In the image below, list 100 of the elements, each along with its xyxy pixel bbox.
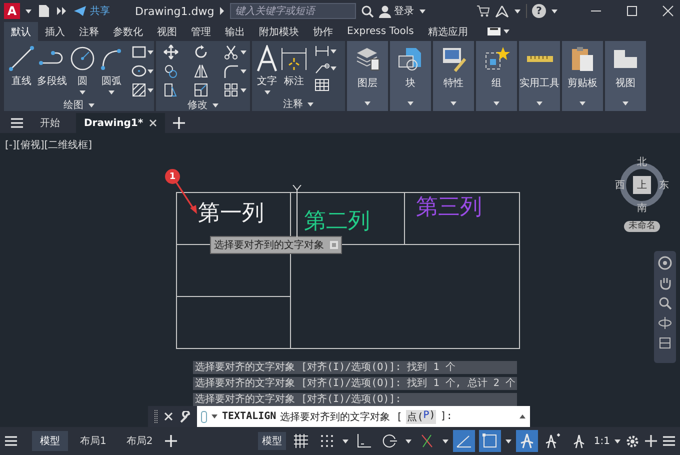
triangle-network-icon[interactable] xyxy=(495,4,509,18)
array-icon[interactable] xyxy=(223,82,239,98)
copy-icon[interactable] xyxy=(163,63,179,79)
caret-icon[interactable] xyxy=(240,68,247,74)
caret-icon[interactable] xyxy=(25,8,32,14)
menu-icon[interactable] xyxy=(4,435,18,447)
status-toggle[interactable] xyxy=(478,430,501,452)
caret-icon[interactable] xyxy=(536,101,543,106)
caret-icon[interactable] xyxy=(614,438,621,444)
layout-tab[interactable]: 布局1 xyxy=(72,431,114,451)
maximize-icon[interactable] xyxy=(626,5,638,17)
ribbon-tab[interactable]: 输出 xyxy=(218,22,252,41)
model-button[interactable]: 模型 xyxy=(258,432,286,450)
ribbon-tool-button[interactable]: 文字 xyxy=(255,44,279,97)
panel-title[interactable]: 绘图 xyxy=(64,98,84,112)
layout-tab[interactable]: 模型 xyxy=(32,431,68,451)
ellipse-icon[interactable] xyxy=(131,63,147,79)
steering-wheel-icon[interactable] xyxy=(658,256,672,270)
ribbon-tab[interactable]: Express Tools xyxy=(340,22,421,41)
caret-icon[interactable] xyxy=(442,438,449,444)
share-button[interactable]: 共享 xyxy=(73,4,110,18)
move-icon[interactable] xyxy=(163,44,179,60)
ribbon-tab[interactable]: 附加模块 xyxy=(252,22,306,41)
ribbon-tab[interactable]: 视图 xyxy=(150,22,184,41)
leader-icon[interactable] xyxy=(314,61,330,75)
command-input-field[interactable]: TEXTALIGN 选择要对齐到的文字对象 [ 点(P) ]: xyxy=(197,406,530,427)
panel-title[interactable]: 注释 xyxy=(283,97,303,111)
sign-in-button[interactable]: 登录 xyxy=(379,4,414,18)
menu-icon[interactable] xyxy=(10,117,24,129)
ribbon-tab[interactable]: 协作 xyxy=(306,22,340,41)
hatch-icon[interactable] xyxy=(131,82,147,98)
close-icon[interactable] xyxy=(662,5,674,17)
gear-icon[interactable] xyxy=(625,434,640,448)
caret-icon[interactable] xyxy=(88,102,94,108)
view-cube[interactable]: 上 xyxy=(633,176,651,194)
cart-icon[interactable] xyxy=(476,5,490,17)
caret-icon[interactable] xyxy=(307,102,314,106)
ribbon-tool-button[interactable]: 圆 xyxy=(68,44,97,98)
caret-icon[interactable] xyxy=(147,88,154,92)
caret-icon[interactable] xyxy=(504,438,512,444)
status-toggle[interactable] xyxy=(516,430,538,452)
wrench-icon[interactable] xyxy=(179,410,191,422)
plus-icon[interactable] xyxy=(173,117,186,129)
arrow-right-icon[interactable] xyxy=(219,7,226,15)
plus-icon[interactable] xyxy=(164,435,177,447)
ribbon-tool-button[interactable]: 直线 xyxy=(7,44,36,98)
panel-toggle-icon[interactable] xyxy=(486,27,501,36)
ribbon-panel-button[interactable]: 视图 xyxy=(605,41,646,111)
caret-icon[interactable] xyxy=(622,101,629,106)
ribbon-tab[interactable]: 注释 xyxy=(72,22,106,41)
panel-title[interactable]: 修改 xyxy=(188,98,208,112)
ribbon-tab[interactable]: 默认 xyxy=(4,22,38,41)
file-icon[interactable] xyxy=(37,4,51,18)
zoom-icon[interactable] xyxy=(658,296,672,310)
ribbon-panel-button[interactable]: 图层 xyxy=(347,41,388,111)
history-caret-icon[interactable] xyxy=(519,414,526,419)
caret-icon[interactable] xyxy=(493,101,500,106)
caret-icon[interactable] xyxy=(342,438,349,444)
scale-icon[interactable] xyxy=(193,82,209,98)
ribbon-tab[interactable]: 参数化 xyxy=(106,22,150,41)
file-tab[interactable]: Drawing1* xyxy=(76,113,166,133)
caret-icon[interactable] xyxy=(419,8,426,14)
double-chevron-icon[interactable] xyxy=(56,6,68,16)
ribbon-tool-button[interactable]: 圆弧 xyxy=(97,44,126,98)
stretch-icon[interactable] xyxy=(163,82,179,98)
table-icon[interactable] xyxy=(314,78,330,92)
orbit-icon[interactable] xyxy=(658,316,672,330)
rotate-icon[interactable] xyxy=(193,44,209,60)
close-icon[interactable] xyxy=(149,119,158,127)
caret-icon[interactable] xyxy=(450,101,457,106)
caret-icon[interactable] xyxy=(514,8,521,14)
ucs-button[interactable]: 未命名 xyxy=(624,221,660,232)
fillet-icon[interactable] xyxy=(223,63,239,79)
caret-icon[interactable] xyxy=(330,66,337,70)
ribbon-tab[interactable]: 插入 xyxy=(38,22,72,41)
caret-icon[interactable] xyxy=(364,101,371,106)
ribbon-panel-button[interactable]: 剪贴板 xyxy=(562,41,603,111)
plus-icon[interactable] xyxy=(644,434,658,448)
ribbon-panel-button[interactable]: 实用工具 xyxy=(519,41,560,111)
ribbon-tab[interactable]: 精选应用 xyxy=(420,22,475,41)
caret-icon[interactable] xyxy=(404,438,412,444)
annotation-scale[interactable]: 1:1 xyxy=(594,436,610,446)
caret-icon[interactable] xyxy=(108,90,115,95)
menu-icon[interactable] xyxy=(662,435,676,447)
ribbon-tab[interactable]: 管理 xyxy=(184,22,218,41)
paper-plane-icon[interactable] xyxy=(73,5,87,17)
ribbon-tool-button[interactable]: 多段线 xyxy=(36,44,68,98)
caret-icon[interactable] xyxy=(240,50,247,54)
caret-icon[interactable] xyxy=(240,88,247,92)
search-icon[interactable] xyxy=(361,4,374,18)
caret-icon[interactable] xyxy=(407,101,414,106)
status-toggle[interactable] xyxy=(452,430,475,452)
file-tab[interactable]: 开始 xyxy=(32,113,68,133)
app-logo[interactable]: A xyxy=(4,3,20,19)
caret-icon[interactable] xyxy=(502,29,510,34)
rectangle-icon[interactable] xyxy=(131,44,147,60)
caret-icon[interactable] xyxy=(579,101,586,106)
help-button[interactable]: ? xyxy=(532,4,546,18)
caret-icon[interactable] xyxy=(330,48,337,54)
ribbon-panel-button[interactable]: 组 xyxy=(476,41,517,111)
